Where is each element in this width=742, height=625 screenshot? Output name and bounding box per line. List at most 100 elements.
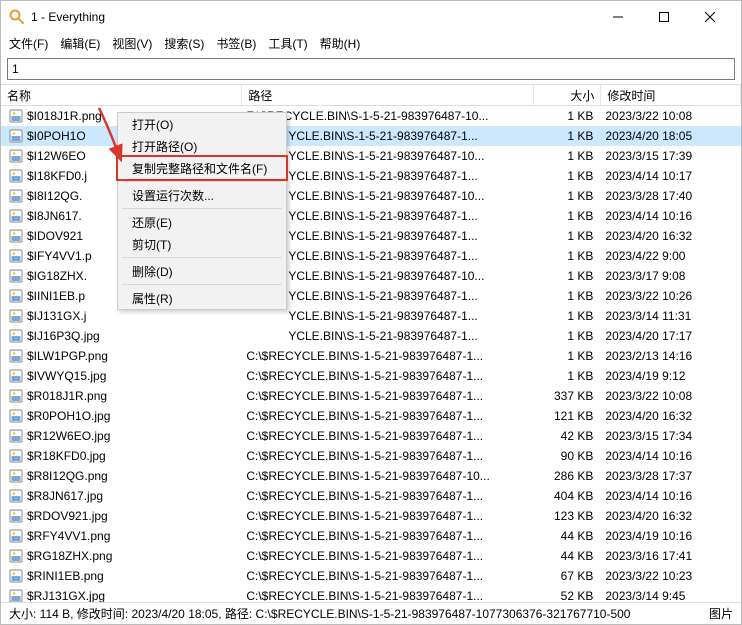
file-icon [9, 229, 23, 243]
context-menu-item[interactable]: 剪切(T) [118, 233, 286, 255]
file-row[interactable]: $IFY4VV1.pYCLE.BIN\S-1-5-21-983976487-1.… [1, 246, 741, 266]
file-name: $IINI1EB.p [27, 289, 85, 303]
file-name: $R18KFD0.jpg [27, 449, 106, 463]
file-date: 2023/4/20 16:32 [601, 409, 741, 423]
context-menu-item[interactable]: 复制完整路径和文件名(F) [116, 155, 288, 181]
file-row[interactable]: $RJ131GX.jpgC:\$RECYCLE.BIN\S-1-5-21-983… [1, 586, 741, 602]
file-date: 2023/4/19 9:12 [601, 369, 741, 383]
context-menu-item[interactable]: 打开路径(O) [118, 135, 286, 157]
file-name: $I18KFD0.j [27, 169, 87, 183]
file-row[interactable]: $I8I12QG.YCLE.BIN\S-1-5-21-983976487-10.… [1, 186, 741, 206]
file-row[interactable]: $RG18ZHX.pngC:\$RECYCLE.BIN\S-1-5-21-983… [1, 546, 741, 566]
window-title: 1 - Everything [31, 10, 595, 24]
file-row[interactable]: $IVWYQ15.jpgC:\$RECYCLE.BIN\S-1-5-21-983… [1, 366, 741, 386]
menubar: 文件(F) 编辑(E) 视图(V) 搜索(S) 书签(B) 工具(T) 帮助(H) [1, 33, 741, 56]
context-menu-item[interactable]: 打开(O) [118, 113, 286, 135]
file-icon [9, 309, 23, 323]
file-size: 44 KB [534, 529, 602, 543]
file-row[interactable]: $R12W6EO.jpg C:\$RECYCLE.BIN\S-1-5-21-983… [1, 426, 741, 446]
file-date: 2023/4/14 10:16 [601, 449, 741, 463]
file-row[interactable]: $RDOV921.jpgC:\$RECYCLE.BIN\S-1-5-21-983… [1, 506, 741, 526]
menu-item[interactable]: 视图(V) [112, 35, 152, 52]
file-row[interactable]: $R0POH1O.jpgC:\$RECYCLE.BIN\S-1-5-21-983… [1, 406, 741, 426]
file-size: 286 KB [534, 469, 602, 483]
file-row[interactable]: $IJ131GX.j YCLE.BIN\S-1-5-21-983976487-1.… [1, 306, 741, 326]
file-name: $RG18ZHX.png [27, 549, 112, 563]
file-date: 2023/3/14 11:31 [601, 309, 741, 323]
context-menu-item[interactable]: 属性(R) [118, 287, 286, 309]
file-date: 2023/3/14 9:45 [601, 589, 741, 602]
file-row[interactable]: $RINI1EB.pngC:\$RECYCLE.BIN\S-1-5-21-983… [1, 566, 741, 586]
file-icon [9, 409, 23, 423]
file-name: $R12W6EO.jpg [27, 429, 110, 443]
context-menu-item[interactable]: 还原(E) [118, 211, 286, 233]
file-row[interactable]: $I12W6EOYCLE.BIN\S-1-5-21-983976487-10..… [1, 146, 741, 166]
file-icon [9, 169, 23, 183]
file-row[interactable]: $IDOV921YCLE.BIN\S-1-5-21-983976487-1...… [1, 226, 741, 246]
file-row[interactable]: $R8JN617.jpgC:\$RECYCLE.BIN\S-1-5-21-983… [1, 486, 741, 506]
file-row[interactable]: $I8JN617.YCLE.BIN\S-1-5-21-983976487-1..… [1, 206, 741, 226]
menu-item[interactable]: 编辑(E) [60, 35, 100, 52]
file-icon [9, 489, 23, 503]
file-name: $IG18ZHX. [27, 269, 87, 283]
file-row[interactable]: $R8I12QG.pngC:\$RECYCLE.BIN\S-1-5-21-983… [1, 466, 741, 486]
file-row[interactable]: $RFY4VV1.pngC:\$RECYCLE.BIN\S-1-5-21-983… [1, 526, 741, 546]
file-list[interactable]: 打开(O)打开路径(O)复制完整路径和文件名(F) 设置运行次数... 还原(E)剪… [1, 106, 741, 602]
file-name: $RINI1EB.png [27, 569, 104, 583]
file-size: 1 KB [534, 249, 602, 263]
file-row[interactable]: $R018J1R.pngC:\$RECYCLE.BIN\S-1-5-21-983… [1, 386, 741, 406]
file-row[interactable]: $I18KFD0.jYCLE.BIN\S-1-5-21-983976487-1.… [1, 166, 741, 186]
context-menu-item[interactable]: 删除(D) [118, 260, 286, 282]
file-icon [9, 349, 23, 363]
file-row[interactable]: $I0POH1OYCLE.BIN\S-1-5-21-983976487-1...… [1, 126, 741, 146]
col-header-date[interactable]: 修改时间 [601, 85, 741, 105]
file-row[interactable]: $IJ16P3Q.jpgYCLE.BIN\S-1-5-21-983976487-… [1, 326, 741, 346]
menu-separator [122, 257, 282, 258]
close-button[interactable] [687, 1, 733, 33]
file-row[interactable]: $I018J1R.pngF:\$RECYCLE.BIN\S-1-5-21-983… [1, 106, 741, 126]
file-size: 1 KB [534, 129, 602, 143]
context-menu-item[interactable]: 设置运行次数... [118, 184, 286, 206]
file-size: 1 KB [534, 329, 602, 343]
search-input[interactable] [7, 58, 735, 80]
file-size: 1 KB [534, 289, 602, 303]
file-name: $IFY4VV1.p [27, 249, 92, 263]
col-header-path[interactable]: 路径 [242, 85, 533, 105]
file-path: C:\$RECYCLE.BIN\S-1-5-21-983976487-1... [242, 489, 533, 503]
maximize-button[interactable] [641, 1, 687, 33]
titlebar: 1 - Everything [1, 1, 741, 33]
file-date: 2023/4/14 10:16 [601, 489, 741, 503]
file-icon [9, 269, 23, 283]
file-icon [9, 149, 23, 163]
file-size: 67 KB [534, 569, 602, 583]
file-path: C:\$RECYCLE.BIN\S-1-5-21-983976487-1... [242, 409, 533, 423]
menu-item[interactable]: 搜索(S) [164, 35, 204, 52]
menu-item[interactable]: 帮助(H) [320, 35, 361, 52]
menu-separator [122, 208, 282, 209]
file-path: YCLE.BIN\S-1-5-21-983976487-1... [242, 309, 533, 323]
file-date: 2023/4/20 17:17 [601, 329, 741, 343]
menu-item[interactable]: 书签(B) [216, 35, 256, 52]
file-size: 1 KB [534, 189, 602, 203]
file-name: $IVWYQ15.jpg [27, 369, 106, 383]
file-row[interactable]: $IG18ZHX.YCLE.BIN\S-1-5-21-983976487-10.… [1, 266, 741, 286]
file-name: $IJ131GX.j [27, 309, 86, 323]
minimize-button[interactable] [595, 1, 641, 33]
column-headers: 名称 路径 大小 修改时间 [1, 84, 741, 106]
menu-item[interactable]: 工具(T) [268, 35, 307, 52]
file-name: $R8I12QG.png [27, 469, 108, 483]
col-header-size[interactable]: 大小 [534, 85, 602, 105]
file-row[interactable]: $IINI1EB.pYCLE.BIN\S-1-5-21-983976487-1.… [1, 286, 741, 306]
file-icon [9, 509, 23, 523]
file-date: 2023/3/15 17:39 [601, 149, 741, 163]
file-row[interactable]: $ILW1PGP.pngC:\$RECYCLE.BIN\S-1-5-21-983… [1, 346, 741, 366]
file-name: $I12W6EO [27, 149, 86, 163]
file-icon [9, 249, 23, 263]
file-icon [9, 329, 23, 343]
menu-item[interactable]: 文件(F) [9, 35, 48, 52]
file-path: C:\$RECYCLE.BIN\S-1-5-21-983976487-1... [242, 429, 533, 443]
file-name: $I0POH1O [27, 129, 86, 143]
col-header-name[interactable]: 名称 [1, 85, 242, 105]
file-row[interactable]: $R18KFD0.jpgC:\$RECYCLE.BIN\S-1-5-21-983… [1, 446, 741, 466]
file-size: 44 KB [534, 549, 602, 563]
